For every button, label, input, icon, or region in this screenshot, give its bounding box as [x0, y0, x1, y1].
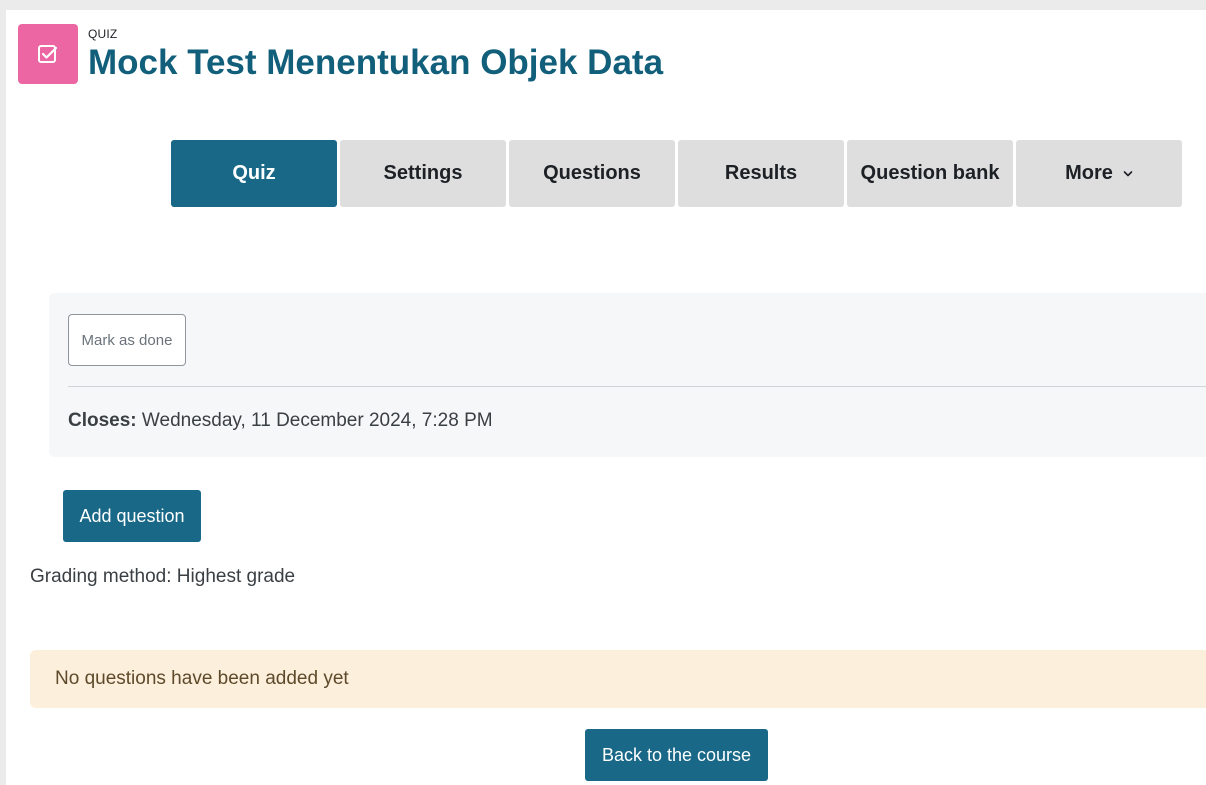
quiz-checkbox-icon [18, 24, 78, 84]
tab-settings[interactable]: Settings [340, 140, 506, 207]
alert-text: No questions have been added yet [55, 668, 349, 689]
closes-label: Closes: [68, 410, 137, 431]
tab-questions[interactable]: Questions [509, 140, 675, 207]
add-question-button[interactable]: Add question [63, 490, 201, 542]
divider [68, 386, 1206, 387]
quiz-page: QUIZ Mock Test Menentukan Objek Data Qui… [6, 10, 1206, 785]
module-type-label: QUIZ [88, 27, 118, 41]
tab-results[interactable]: Results [678, 140, 844, 207]
back-to-course-button[interactable]: Back to the course [585, 729, 768, 781]
tab-label: Quiz [232, 162, 276, 184]
tab-quiz[interactable]: Quiz [171, 140, 337, 207]
no-questions-alert: No questions have been added yet [30, 650, 1206, 708]
mark-as-done-button[interactable]: Mark as done [68, 314, 186, 366]
secondary-navigation: Quiz Settings Questions Results Question… [171, 140, 1185, 207]
tab-label: Settings [383, 162, 463, 184]
tab-label: More [1065, 162, 1113, 184]
grading-method-text: Grading method: Highest grade [30, 566, 296, 587]
activity-dates: Closes: Wednesday, 11 December 2024, 7:2… [68, 410, 493, 432]
tab-label: Question bank [860, 162, 1000, 184]
tab-label: Results [724, 162, 798, 184]
tab-label: Questions [543, 162, 641, 184]
page-header: QUIZ Mock Test Menentukan Objek Data [18, 24, 663, 84]
closes-value: Wednesday, 11 December 2024, 7:28 PM [141, 410, 493, 431]
page-title: Mock Test Menentukan Objek Data [88, 43, 664, 82]
chevron-down-icon [1123, 170, 1133, 178]
activity-info-card: Mark as done Closes: Wednesday, 11 Decem… [49, 293, 1206, 457]
tab-question-bank[interactable]: Question bank [847, 140, 1013, 207]
tab-more[interactable]: More [1016, 140, 1182, 207]
